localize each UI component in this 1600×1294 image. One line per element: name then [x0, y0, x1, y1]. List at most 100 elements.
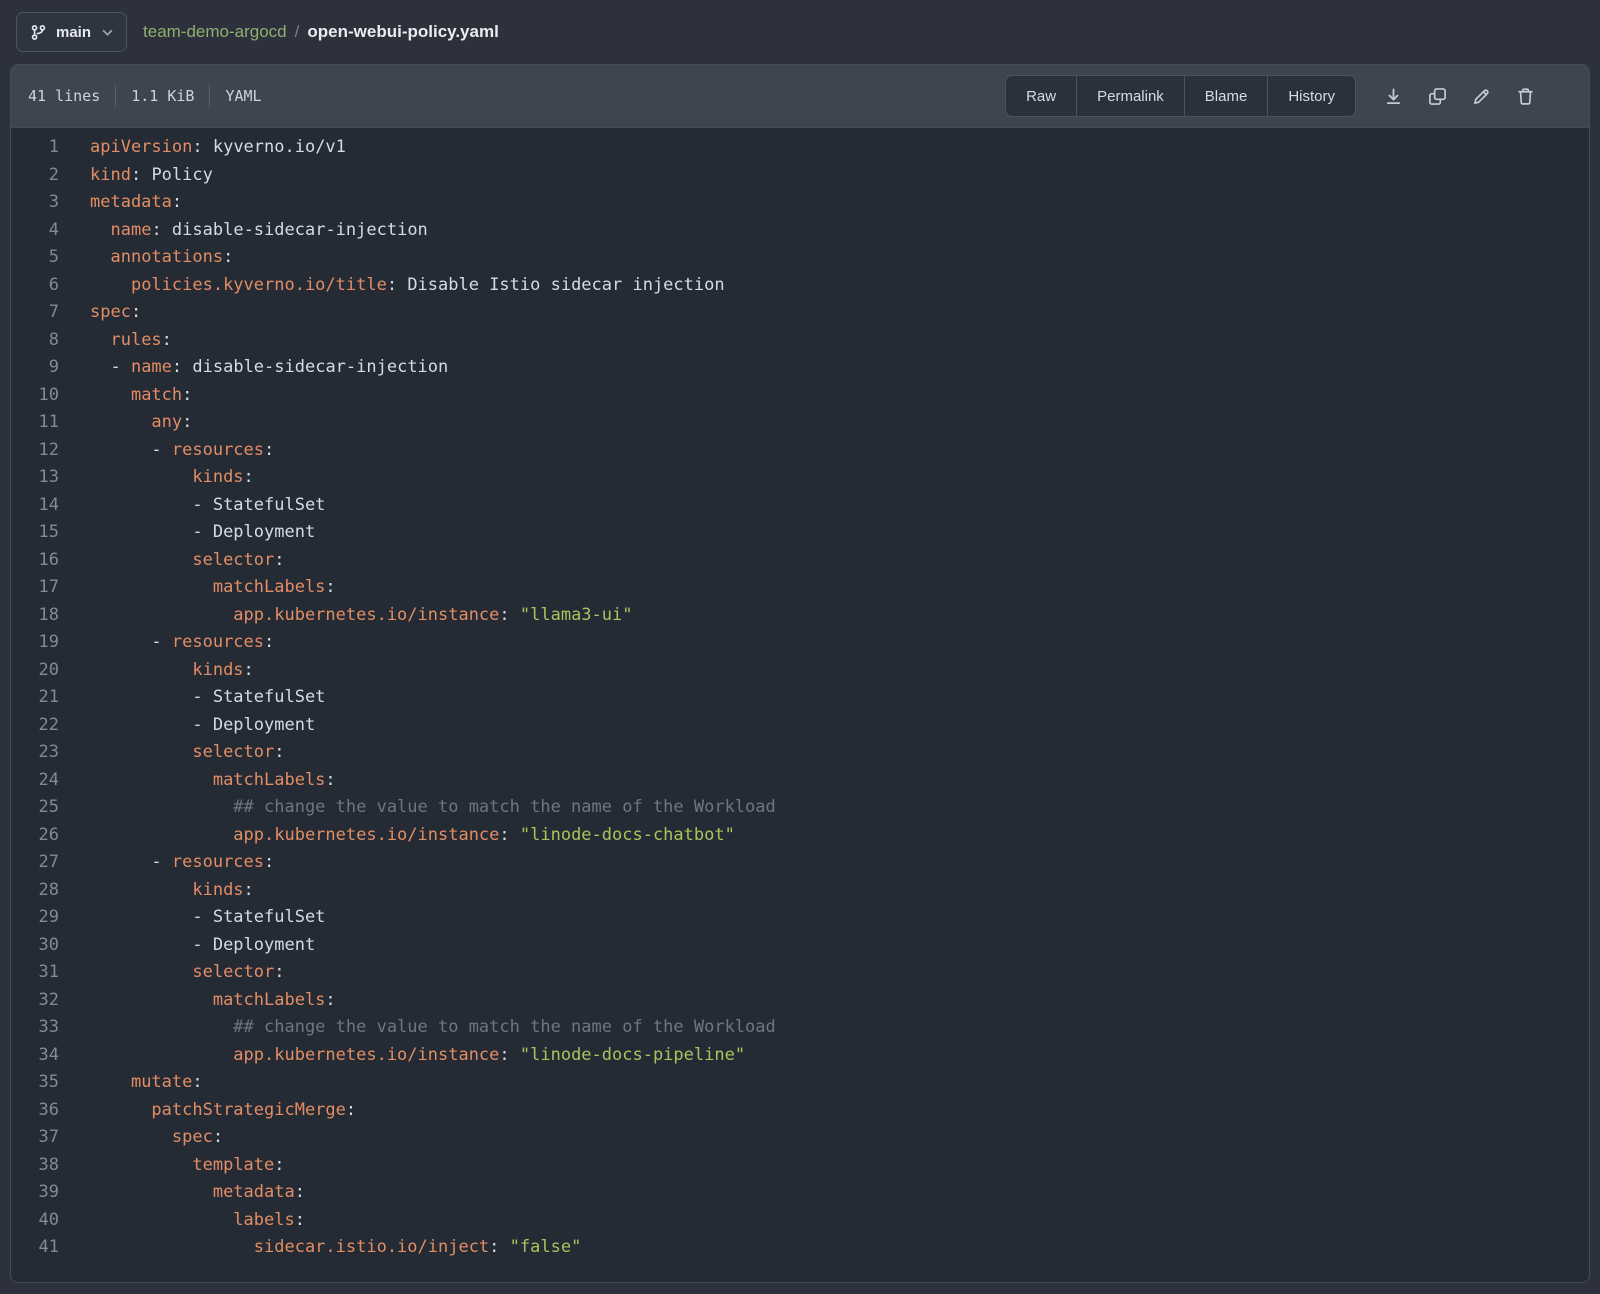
- code-line-content: metadata:: [59, 189, 182, 217]
- line-number[interactable]: 24: [11, 767, 59, 795]
- line-number[interactable]: 11: [11, 409, 59, 437]
- code-line: 31 selector:: [11, 959, 1589, 987]
- line-number[interactable]: 13: [11, 464, 59, 492]
- line-number[interactable]: 17: [11, 574, 59, 602]
- line-number[interactable]: 37: [11, 1124, 59, 1152]
- line-number[interactable]: 21: [11, 684, 59, 712]
- line-number[interactable]: 2: [11, 162, 59, 190]
- code-line-content: - Deployment: [59, 519, 315, 547]
- code-line: 12 - resources:: [11, 437, 1589, 465]
- line-number[interactable]: 12: [11, 437, 59, 465]
- line-number[interactable]: 22: [11, 712, 59, 740]
- delete-button[interactable]: [1516, 87, 1535, 106]
- line-number[interactable]: 41: [11, 1234, 59, 1262]
- code-line: 33 ## change the value to match the name…: [11, 1014, 1589, 1042]
- code-line-content: any:: [59, 409, 192, 437]
- code-line-content: metadata:: [59, 1179, 305, 1207]
- line-number[interactable]: 35: [11, 1069, 59, 1097]
- code-line: 1apiVersion: kyverno.io/v1: [11, 134, 1589, 162]
- code-line: 3metadata:: [11, 189, 1589, 217]
- code-line: 26 app.kubernetes.io/instance: "linode-d…: [11, 822, 1589, 850]
- line-number[interactable]: 40: [11, 1207, 59, 1235]
- line-number[interactable]: 4: [11, 217, 59, 245]
- line-number[interactable]: 30: [11, 932, 59, 960]
- line-number[interactable]: 29: [11, 904, 59, 932]
- code-line-content: spec:: [59, 1124, 223, 1152]
- line-number[interactable]: 34: [11, 1042, 59, 1070]
- line-number[interactable]: 33: [11, 1014, 59, 1042]
- code-line-content: name: disable-sidecar-injection: [59, 217, 428, 245]
- line-number[interactable]: 27: [11, 849, 59, 877]
- file-header: 41 lines 1.1 KiB YAML Raw Permalink Blam…: [11, 65, 1589, 128]
- code-line: 10 match:: [11, 382, 1589, 410]
- code-line-content: - StatefulSet: [59, 492, 325, 520]
- branch-name: main: [56, 24, 91, 41]
- line-number[interactable]: 19: [11, 629, 59, 657]
- code-line: 27 - resources:: [11, 849, 1589, 877]
- line-number[interactable]: 15: [11, 519, 59, 547]
- code-line-content: - StatefulSet: [59, 684, 325, 712]
- line-number[interactable]: 3: [11, 189, 59, 217]
- line-number[interactable]: 25: [11, 794, 59, 822]
- raw-button[interactable]: Raw: [1005, 75, 1077, 117]
- line-number[interactable]: 36: [11, 1097, 59, 1125]
- line-number[interactable]: 9: [11, 354, 59, 382]
- code-line-content: labels:: [59, 1207, 305, 1235]
- download-button[interactable]: [1384, 87, 1403, 106]
- trash-icon: [1516, 87, 1535, 106]
- code-line-content: template:: [59, 1152, 285, 1180]
- code-line: 15 - Deployment: [11, 519, 1589, 547]
- code-line-content: matchLabels:: [59, 574, 336, 602]
- code-line-content: - Deployment: [59, 712, 315, 740]
- file-info-divider: [209, 85, 210, 107]
- line-number[interactable]: 16: [11, 547, 59, 575]
- copy-icon: [1428, 87, 1447, 106]
- breadcrumb-separator: /: [295, 22, 300, 42]
- breadcrumb-repo-link[interactable]: team-demo-argocd: [143, 22, 287, 42]
- code-line-content: annotations:: [59, 244, 233, 272]
- code-line: 37 spec:: [11, 1124, 1589, 1152]
- permalink-button[interactable]: Permalink: [1076, 75, 1185, 117]
- code-line-content: matchLabels:: [59, 767, 336, 795]
- breadcrumb-filename: open-webui-policy.yaml: [307, 22, 498, 42]
- chevron-down-icon: [102, 29, 113, 36]
- line-number[interactable]: 1: [11, 134, 59, 162]
- line-number[interactable]: 6: [11, 272, 59, 300]
- copy-button[interactable]: [1428, 87, 1447, 106]
- line-number[interactable]: 8: [11, 327, 59, 355]
- code-line-content: mutate:: [59, 1069, 203, 1097]
- edit-button[interactable]: [1472, 87, 1491, 106]
- code-line: 17 matchLabels:: [11, 574, 1589, 602]
- line-number[interactable]: 20: [11, 657, 59, 685]
- line-number[interactable]: 38: [11, 1152, 59, 1180]
- code-line-content: kinds:: [59, 464, 254, 492]
- line-number[interactable]: 7: [11, 299, 59, 327]
- line-number[interactable]: 14: [11, 492, 59, 520]
- history-button[interactable]: History: [1267, 75, 1356, 117]
- code-view: 1apiVersion: kyverno.io/v12kind: Policy3…: [11, 128, 1589, 1282]
- download-icon: [1384, 87, 1403, 106]
- blame-button[interactable]: Blame: [1184, 75, 1269, 117]
- line-number[interactable]: 32: [11, 987, 59, 1015]
- line-number[interactable]: 26: [11, 822, 59, 850]
- line-number[interactable]: 10: [11, 382, 59, 410]
- line-number[interactable]: 23: [11, 739, 59, 767]
- code-line: 41 sidecar.istio.io/inject: "false": [11, 1234, 1589, 1262]
- file-info: 41 lines 1.1 KiB YAML: [28, 85, 262, 107]
- code-line: 8 rules:: [11, 327, 1589, 355]
- code-line: 40 labels:: [11, 1207, 1589, 1235]
- code-line-content: kinds:: [59, 877, 254, 905]
- line-number[interactable]: 18: [11, 602, 59, 630]
- line-number[interactable]: 39: [11, 1179, 59, 1207]
- branch-selector[interactable]: main: [16, 12, 127, 52]
- line-number[interactable]: 31: [11, 959, 59, 987]
- line-number[interactable]: 28: [11, 877, 59, 905]
- code-line-content: - name: disable-sidecar-injection: [59, 354, 448, 382]
- code-line: 21 - StatefulSet: [11, 684, 1589, 712]
- code-line: 11 any:: [11, 409, 1589, 437]
- code-line: 29 - StatefulSet: [11, 904, 1589, 932]
- code-line-content: selector:: [59, 547, 285, 575]
- code-line-content: - resources:: [59, 849, 274, 877]
- line-number[interactable]: 5: [11, 244, 59, 272]
- code-line-content: - StatefulSet: [59, 904, 325, 932]
